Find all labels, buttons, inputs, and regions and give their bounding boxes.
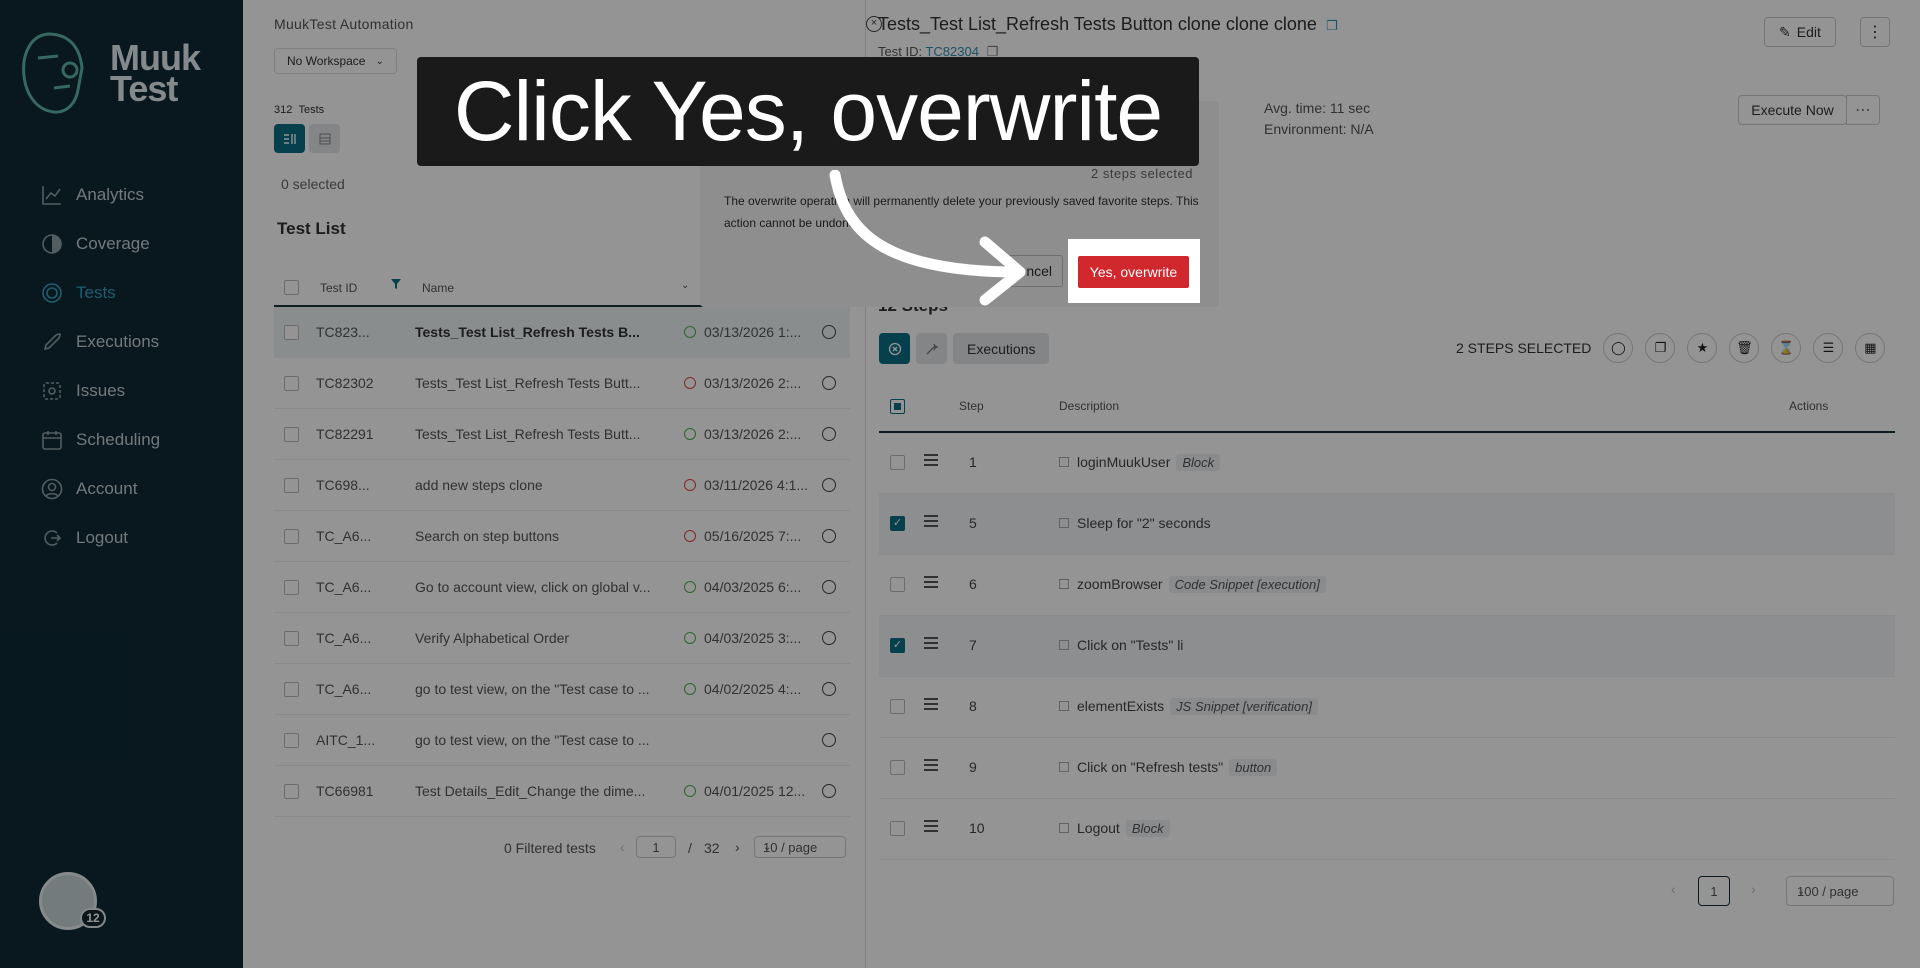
instruction-callout: Click Yes, overwrite <box>417 57 1199 166</box>
highlight-frame: Yes, overwrite <box>1068 239 1200 303</box>
yes-overwrite-button[interactable]: Yes, overwrite <box>1078 256 1189 288</box>
modal-steps-count: 2 steps selected <box>1091 166 1193 181</box>
pointer-arrow-icon <box>829 170 1026 306</box>
